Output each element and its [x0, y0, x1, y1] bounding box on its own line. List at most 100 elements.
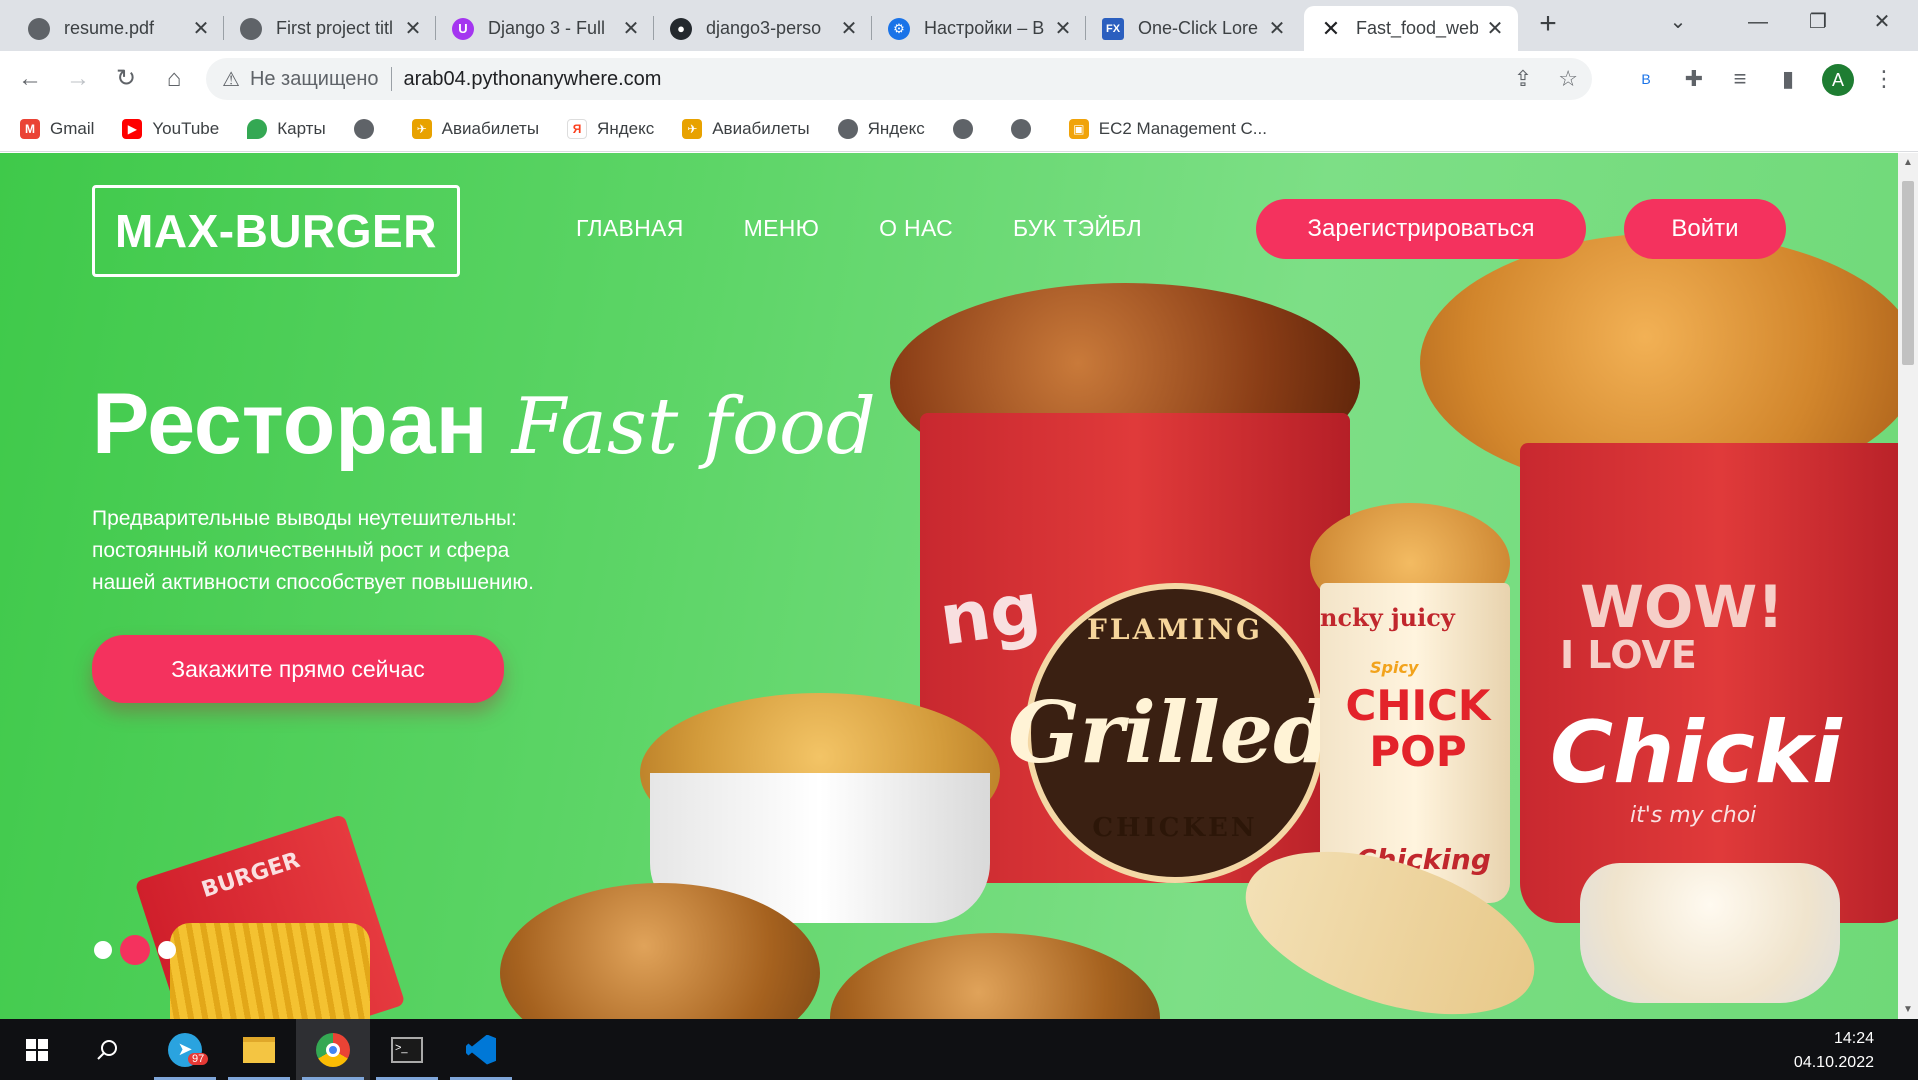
main-nav: ГЛАВНАЯ МЕНЮ О НАС БУК ТЭЙБЛ	[576, 215, 1142, 242]
close-icon[interactable]: ✕	[620, 16, 642, 41]
login-button[interactable]: Войти	[1624, 199, 1786, 259]
tab-github[interactable]: ● django3-perso ✕	[654, 6, 872, 51]
page-scrollbar[interactable]: ▲ ▼	[1898, 153, 1918, 1019]
carousel-dot-1[interactable]	[94, 941, 112, 959]
minimize-icon[interactable]: —	[1728, 0, 1788, 44]
address-bar[interactable]: ⚠ Не защищено arab04.pythonanywhere.com …	[206, 58, 1592, 100]
bookmark-globe-2[interactable]	[952, 118, 983, 139]
warning-icon[interactable]: ⚠	[222, 67, 240, 92]
udemy-icon: U	[452, 17, 474, 40]
bookmark-globe-3[interactable]	[1010, 118, 1041, 139]
bookmark-aws[interactable]: ▣ EC2 Management C...	[1068, 118, 1267, 139]
tab-lorem[interactable]: FX One-Click Lore ✕	[1086, 6, 1300, 51]
globe-icon	[952, 118, 973, 139]
order-now-button[interactable]: Закажите прямо сейчас	[92, 635, 504, 703]
avatar[interactable]: A	[1822, 64, 1854, 96]
cup-text-top: ncky juicy	[1320, 603, 1455, 632]
fx-icon: FX	[1102, 17, 1124, 40]
start-icon[interactable]	[0, 1019, 74, 1080]
windows-taskbar: ➤ 97 >_ 14:24 04.10.2022	[0, 1019, 1918, 1080]
url-text[interactable]: arab04.pythonanywhere.com	[404, 68, 662, 91]
yandex-icon: Я	[567, 118, 588, 139]
close-icon[interactable]: ✕	[402, 16, 424, 41]
hero-description: Предварительные выводы неутешительны: по…	[92, 507, 534, 594]
tab-title: First project titl	[276, 18, 394, 38]
bookmark-yandex-2[interactable]: Яндекс	[837, 118, 925, 139]
tab-settings[interactable]: ⚙ Настройки – В ✕	[872, 6, 1086, 51]
scroll-down-icon[interactable]: ▼	[1898, 1004, 1918, 1015]
gmail-icon: M	[20, 118, 40, 139]
side-panel-icon[interactable]: ▮	[1772, 63, 1804, 95]
system-clock[interactable]: 14:24 04.10.2022	[1794, 1027, 1874, 1075]
bookmarks-bar: M Gmail ▶ YouTube Карты ✈ Авиабилеты Я Яндек…	[0, 106, 1918, 152]
close-icon[interactable]: ✕	[1484, 16, 1506, 41]
bookmark-star-icon[interactable]: ☆	[1558, 66, 1578, 92]
register-button[interactable]: Зарегистрироваться	[1256, 199, 1586, 259]
search-icon[interactable]	[70, 1019, 144, 1080]
nav-home[interactable]: ГЛАВНАЯ	[576, 215, 684, 242]
browser-toolbar: ← → ↻ ⌂ ⚠ Не защищено arab04.pythonanywh…	[0, 51, 1918, 106]
new-tab-button[interactable]: +	[1528, 8, 1568, 42]
clock-time: 14:24	[1833, 1030, 1874, 1047]
bookmark-label: EC2 Management C...	[1098, 118, 1267, 138]
carousel-dots	[94, 935, 176, 965]
carousel-dot-3[interactable]	[158, 941, 176, 959]
media-controls-icon[interactable]: ≡	[1724, 63, 1756, 95]
translate-icon[interactable]: B	[1630, 63, 1662, 95]
scroll-up-icon[interactable]: ▲	[1898, 157, 1918, 168]
restore-icon[interactable]: ❐	[1788, 0, 1848, 44]
cup-text-small: Spicy	[1370, 658, 1419, 677]
reload-icon[interactable]: ↻	[108, 61, 144, 97]
close-icon[interactable]: ✕	[1052, 16, 1074, 41]
aviasales-icon: ✈	[682, 118, 703, 139]
bookmark-label: Яндекс	[597, 118, 655, 138]
bookmark-label: Авиабилеты	[441, 118, 540, 138]
menu-kebab-icon[interactable]: ⋮	[1868, 63, 1900, 95]
tab-title: resume.pdf	[64, 18, 155, 38]
scroll-thumb[interactable]	[1902, 181, 1914, 365]
tab-fast-food[interactable]: ✕ Fast_food_web ✕	[1304, 6, 1518, 51]
bookmark-maps[interactable]: Карты	[247, 118, 326, 139]
close-icon[interactable]: ✕	[1266, 16, 1288, 41]
aws-icon: ▣	[1068, 118, 1089, 139]
forward-icon[interactable]: →	[60, 61, 96, 97]
telegram-badge: 97	[188, 1053, 209, 1065]
tab-django[interactable]: U Django 3 - Full ✕	[436, 6, 654, 51]
bookmark-label: Карты	[277, 118, 326, 138]
security-label[interactable]: Не защищено	[250, 68, 379, 91]
bookmark-yandex[interactable]: Я Яндекс	[567, 118, 655, 139]
nav-menu[interactable]: МЕНЮ	[744, 215, 820, 242]
back-icon[interactable]: ←	[12, 61, 48, 97]
bookmark-gmail[interactable]: M Gmail	[20, 118, 95, 139]
bookmark-label: Авиабилеты	[712, 118, 810, 138]
bookmark-youtube[interactable]: ▶ YouTube	[122, 118, 219, 139]
tab-first-project[interactable]: First project titl ✕	[224, 6, 436, 51]
share-icon[interactable]: ⇪	[1514, 66, 1532, 92]
file-explorer-icon[interactable]	[222, 1019, 296, 1080]
bookmark-aviasales[interactable]: ✈ Авиабилеты	[411, 118, 540, 139]
carousel-dot-2[interactable]	[120, 935, 150, 965]
bookmark-label: Яндекс	[867, 118, 925, 138]
terminal-icon[interactable]: >_	[370, 1019, 444, 1080]
chrome-icon[interactable]	[296, 1019, 370, 1080]
close-icon[interactable]: ✕	[838, 16, 860, 41]
tab-title: Fast_food_web	[1356, 18, 1478, 38]
tab-resume[interactable]: resume.pdf ✕	[12, 6, 224, 51]
telegram-icon[interactable]: ➤ 97	[148, 1019, 222, 1080]
site-logo[interactable]: MAX-BURGER	[92, 185, 460, 277]
window-close-icon[interactable]: ✕	[1852, 0, 1912, 44]
tab-title: django3-perso	[706, 18, 822, 38]
bookmark-globe[interactable]	[353, 118, 384, 139]
globe-icon	[837, 118, 858, 139]
vscode-icon[interactable]	[444, 1019, 518, 1080]
extensions-icon[interactable]: ✚	[1678, 63, 1710, 95]
tab-search-icon[interactable]: ⌄	[1648, 0, 1708, 44]
github-icon: ●	[670, 17, 692, 40]
home-icon[interactable]: ⌂	[156, 61, 192, 97]
tab-strip: resume.pdf ✕ First project titl ✕ U Djan…	[0, 0, 1918, 51]
bookmark-label: Gmail	[50, 118, 95, 138]
close-icon[interactable]: ✕	[190, 16, 212, 41]
nav-about[interactable]: О НАС	[879, 215, 953, 242]
bookmark-aviasales-2[interactable]: ✈ Авиабилеты	[682, 118, 810, 139]
nav-book-table[interactable]: БУК ТЭЙБЛ	[1013, 215, 1142, 242]
